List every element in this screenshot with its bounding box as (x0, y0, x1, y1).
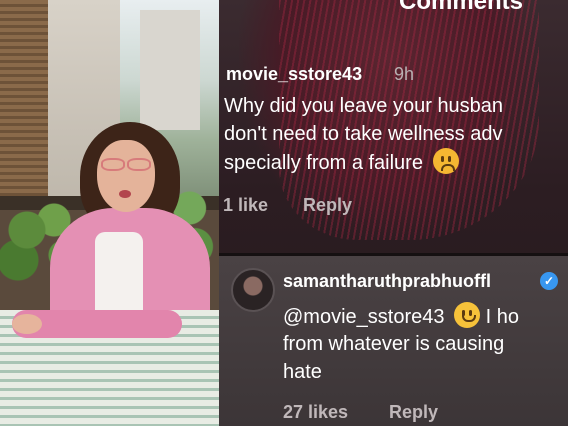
comment-text: specially from a failure (224, 152, 423, 174)
reply-button[interactable]: Reply (389, 402, 438, 423)
photo-panel (0, 0, 219, 426)
comments-heading: Comments (399, 0, 524, 15)
comment-text-line: from whatever is causing (283, 333, 505, 355)
comment-text-line: don't need to take wellness adv (224, 123, 503, 145)
reply-button[interactable]: Reply (303, 195, 352, 216)
likes-count[interactable]: 27 likes (283, 402, 348, 423)
comment-username[interactable]: samantharuthprabhuoffl (283, 271, 491, 292)
comment-text-line-3: specially from a failure (224, 148, 459, 177)
comment-text-line: hate (283, 361, 322, 383)
comment-time: 9h (394, 64, 415, 84)
mention-link[interactable]: @movie_sstore43 (283, 306, 444, 328)
smiling-face-emoji (454, 302, 481, 328)
face (97, 140, 155, 212)
sad-face-emoji (432, 148, 459, 174)
verified-badge-icon: ✓ (540, 272, 558, 290)
building (140, 10, 200, 130)
likes-count[interactable]: 1 like (223, 195, 268, 216)
comment-username[interactable]: movie_sstore43 (226, 64, 362, 85)
avatar[interactable] (231, 268, 275, 312)
window-blinds (0, 0, 50, 200)
sunglasses (101, 158, 151, 171)
comment-text-line: Why did you leave your husban (224, 95, 504, 117)
hand (12, 314, 42, 334)
lips (119, 190, 131, 198)
comments-panel: Comments movie_sstore43 9h Why did you l… (219, 0, 568, 426)
comment-text-line-1: @movie_sstore43 I ho (283, 302, 519, 331)
comment-text: I ho (485, 306, 519, 328)
white-top (95, 232, 143, 312)
